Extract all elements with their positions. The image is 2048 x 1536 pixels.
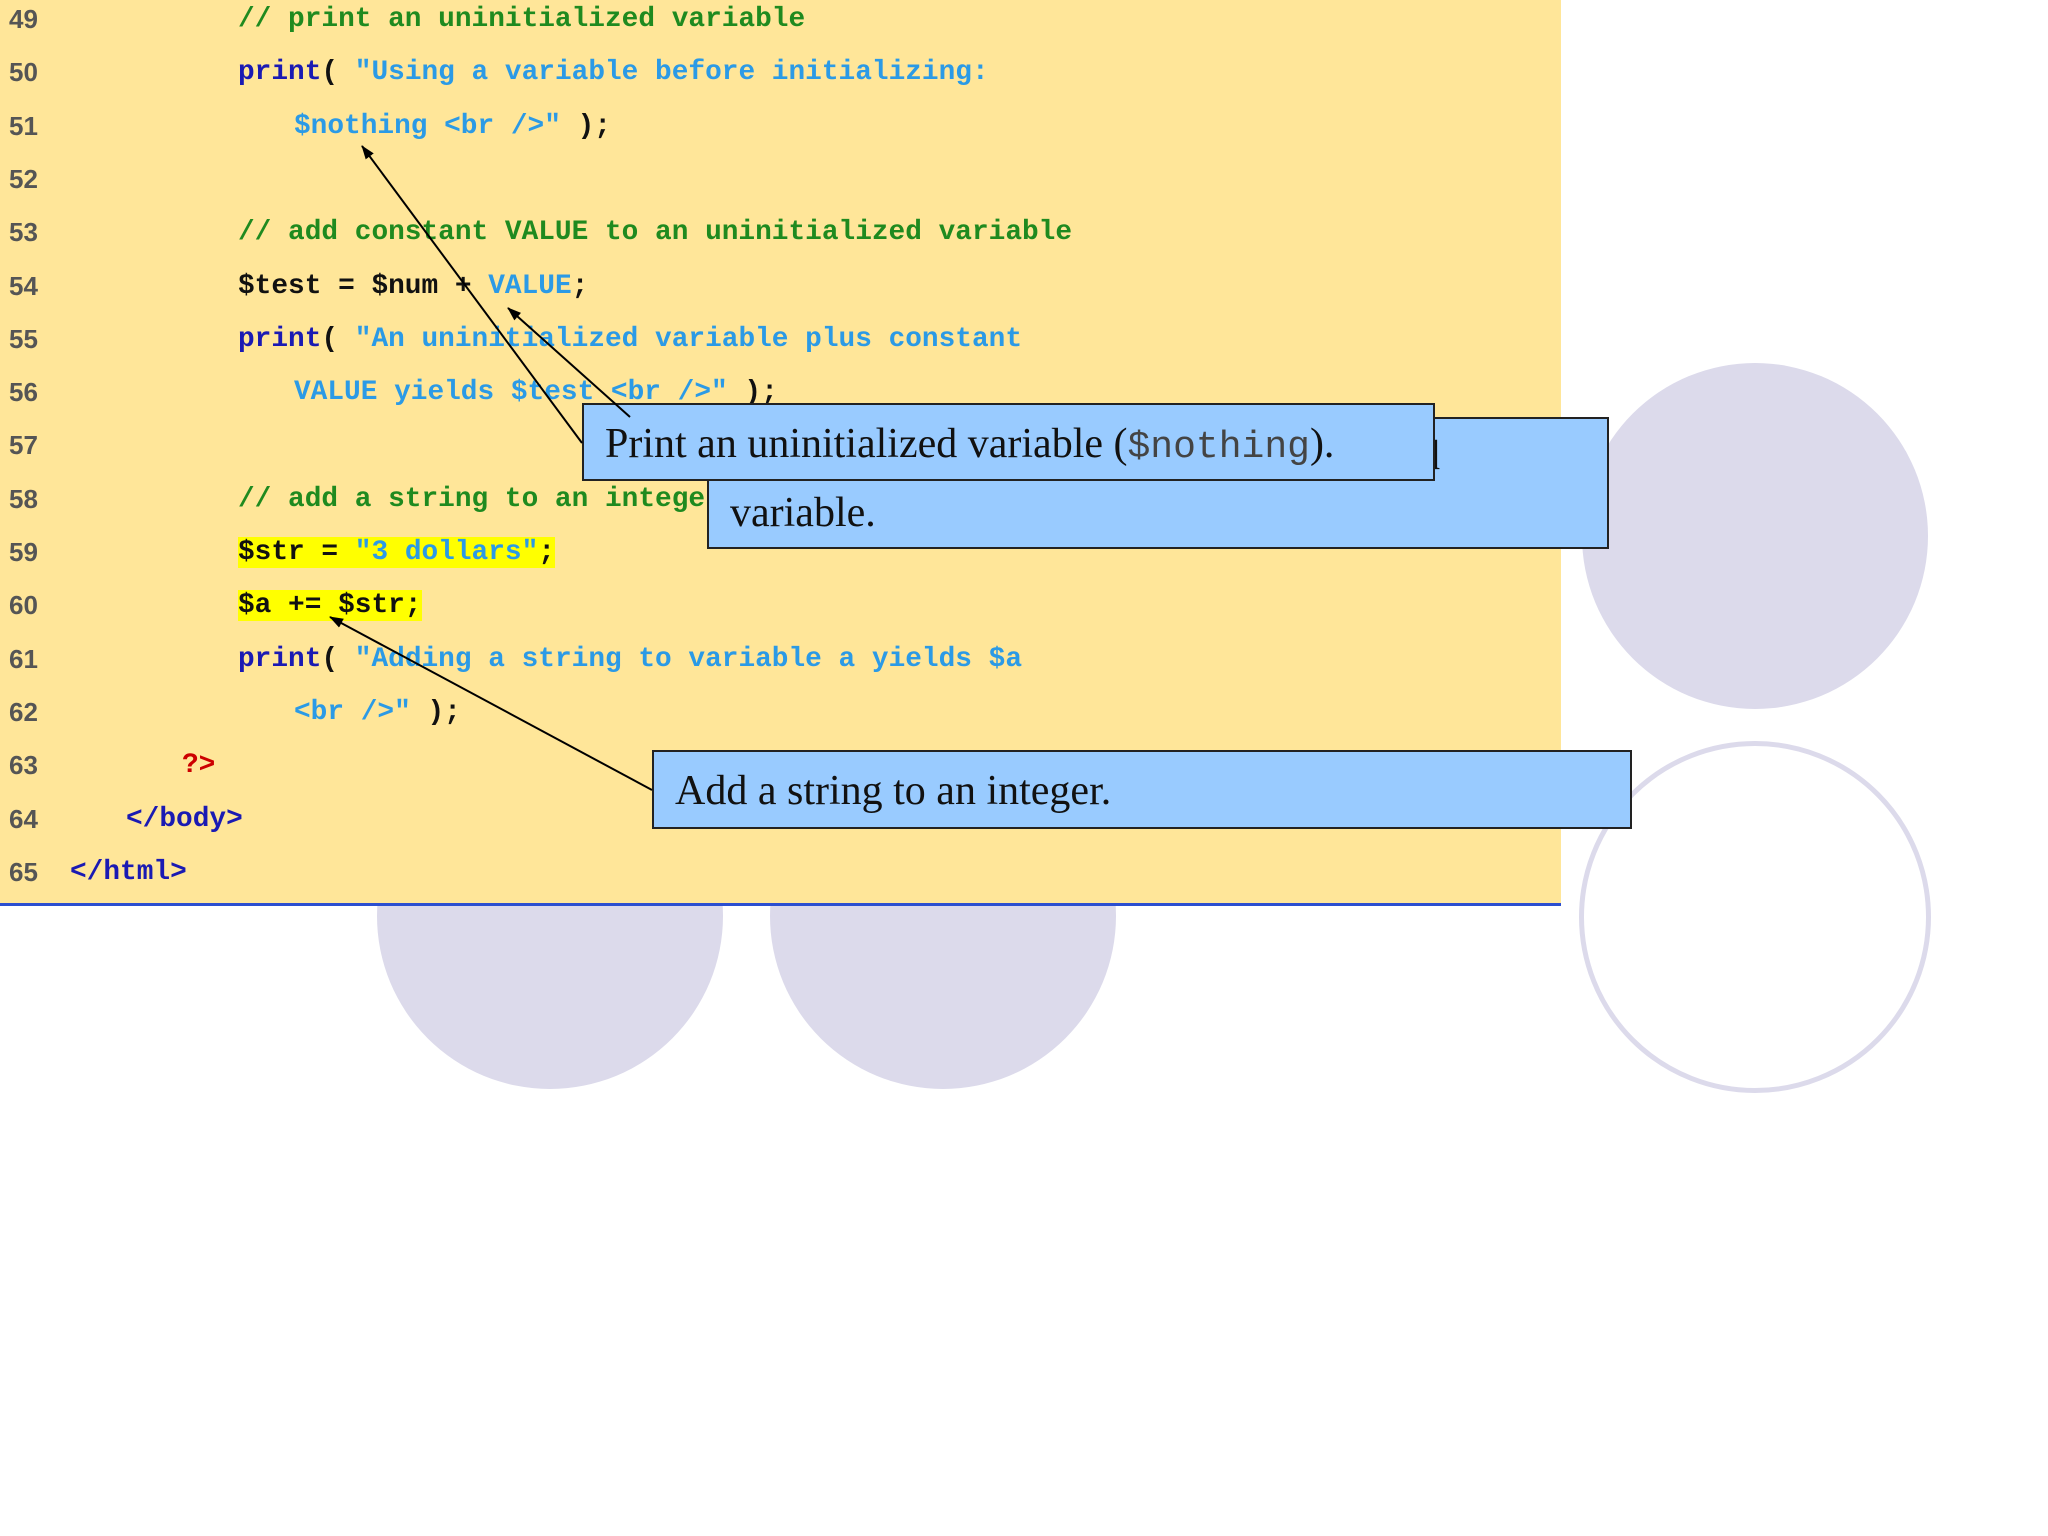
callout-print-uninitialized: Print an uninitialized variable ($nothin… bbox=[582, 403, 1435, 481]
line-number: 55 bbox=[9, 323, 38, 354]
line-number: 63 bbox=[9, 750, 38, 781]
code-token: ?> bbox=[182, 750, 216, 782]
line-number: 60 bbox=[9, 590, 38, 621]
code-line: // print an uninitialized variable bbox=[238, 3, 805, 37]
code-token: ( bbox=[321, 323, 355, 355]
code-token: $nothing <br />" bbox=[294, 110, 561, 142]
callout-print-suffix: ). bbox=[1309, 421, 1335, 467]
code-line: print( "An uninitialized variable plus c… bbox=[238, 323, 1022, 357]
callout-add-constant-line2: variable. bbox=[730, 490, 876, 536]
code-token: ( bbox=[321, 57, 355, 89]
code-line: <br />" ); bbox=[294, 696, 461, 730]
code-token: </body> bbox=[126, 803, 243, 835]
code-line: $test = $num + VALUE; bbox=[238, 270, 588, 304]
callout-add-string-text: Add a string to an integer. bbox=[675, 768, 1112, 814]
line-number: 56 bbox=[9, 377, 38, 408]
line-number: 53 bbox=[9, 217, 38, 248]
code-token: ); bbox=[410, 696, 461, 728]
code-line: print( "Using a variable before initiali… bbox=[238, 56, 989, 90]
line-number: 61 bbox=[9, 643, 38, 674]
line-number: 62 bbox=[9, 696, 38, 727]
code-line: print( "Adding a string to variable a yi… bbox=[238, 643, 1022, 677]
line-number: 51 bbox=[9, 110, 38, 141]
code-line: // add a string to an integer bbox=[238, 483, 722, 517]
code-token: ; bbox=[571, 270, 589, 302]
code-line: </html> bbox=[70, 856, 187, 890]
code-token: "3 dollars" bbox=[354, 537, 539, 568]
code-line: ?> bbox=[182, 749, 215, 783]
code-token: "Adding a string to variable a yields $a bbox=[354, 643, 1023, 675]
line-number: 64 bbox=[9, 803, 38, 834]
code-line: </body> bbox=[126, 803, 243, 837]
code-token: $a += $str; bbox=[238, 590, 422, 622]
code-token: print bbox=[238, 323, 322, 355]
line-number: 58 bbox=[9, 483, 38, 514]
code-token: // add constant VALUE to an uninitialize… bbox=[238, 217, 1073, 249]
line-number: 50 bbox=[9, 57, 38, 88]
line-number: 65 bbox=[9, 856, 38, 887]
line-number: 57 bbox=[9, 430, 38, 461]
code-token: ( bbox=[321, 643, 355, 675]
code-token: </html> bbox=[70, 856, 187, 888]
code-line: $a += $str; bbox=[238, 589, 422, 623]
code-token: <br />" bbox=[294, 696, 411, 728]
code-token: // add a string to an integer bbox=[238, 483, 722, 515]
code-token: // print an uninitialized variable bbox=[238, 4, 806, 35]
line-number: 59 bbox=[9, 537, 38, 567]
line-number: 54 bbox=[9, 270, 38, 301]
code-token: print bbox=[238, 57, 322, 89]
callout-print-prefix: Print an uninitialized variable ( bbox=[605, 421, 1128, 467]
callout-print-code: $nothing bbox=[1127, 426, 1310, 469]
line-number: 49 bbox=[9, 4, 38, 34]
code-token: $str = bbox=[238, 537, 355, 568]
code-line: // add constant VALUE to an uninitialize… bbox=[238, 216, 1072, 250]
decorative-circle-right-top bbox=[1582, 363, 1928, 709]
callout-add-string: Add a string to an integer. bbox=[652, 750, 1632, 829]
code-token: VALUE bbox=[488, 270, 572, 302]
code-token: $test = $num + bbox=[238, 270, 489, 302]
code-line: $nothing <br />" ); bbox=[294, 110, 611, 144]
code-token: "An uninitialized variable plus constant bbox=[354, 323, 1023, 355]
code-line: $str = "3 dollars"; bbox=[238, 536, 555, 570]
line-number: 52 bbox=[9, 163, 38, 194]
code-token: ); bbox=[560, 110, 611, 142]
code-token: ; bbox=[538, 537, 555, 568]
code-token: "Using a variable before initializing: bbox=[354, 57, 989, 89]
code-token: print bbox=[238, 643, 322, 675]
